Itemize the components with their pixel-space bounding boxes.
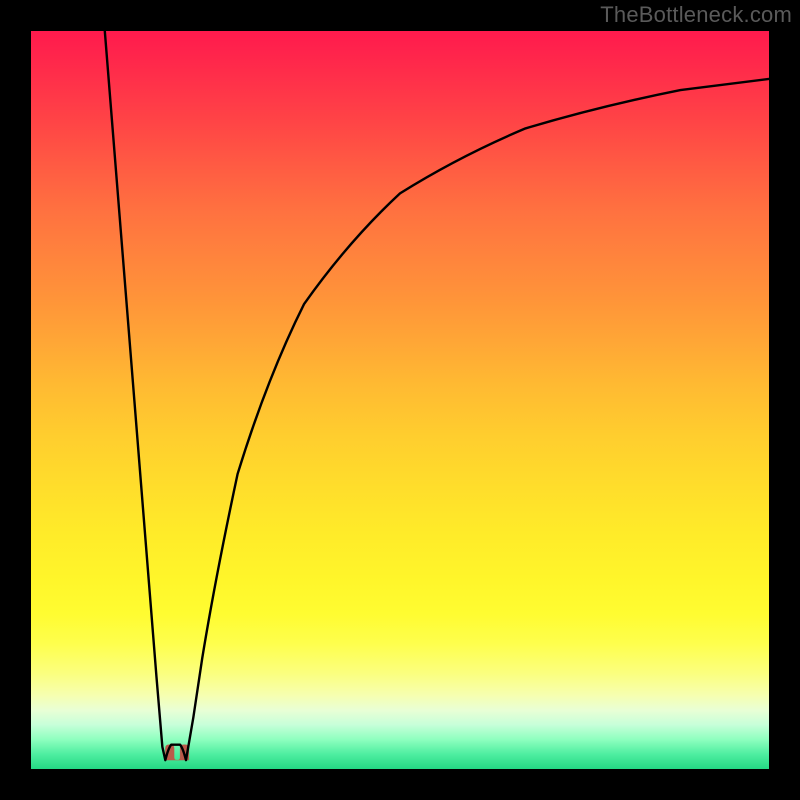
- chart-frame: TheBottleneck.com: [0, 0, 800, 800]
- curve-layer: [31, 31, 769, 769]
- watermark-text: TheBottleneck.com: [600, 2, 792, 28]
- plot-area: [31, 31, 769, 769]
- bottleneck-curve: [105, 31, 769, 760]
